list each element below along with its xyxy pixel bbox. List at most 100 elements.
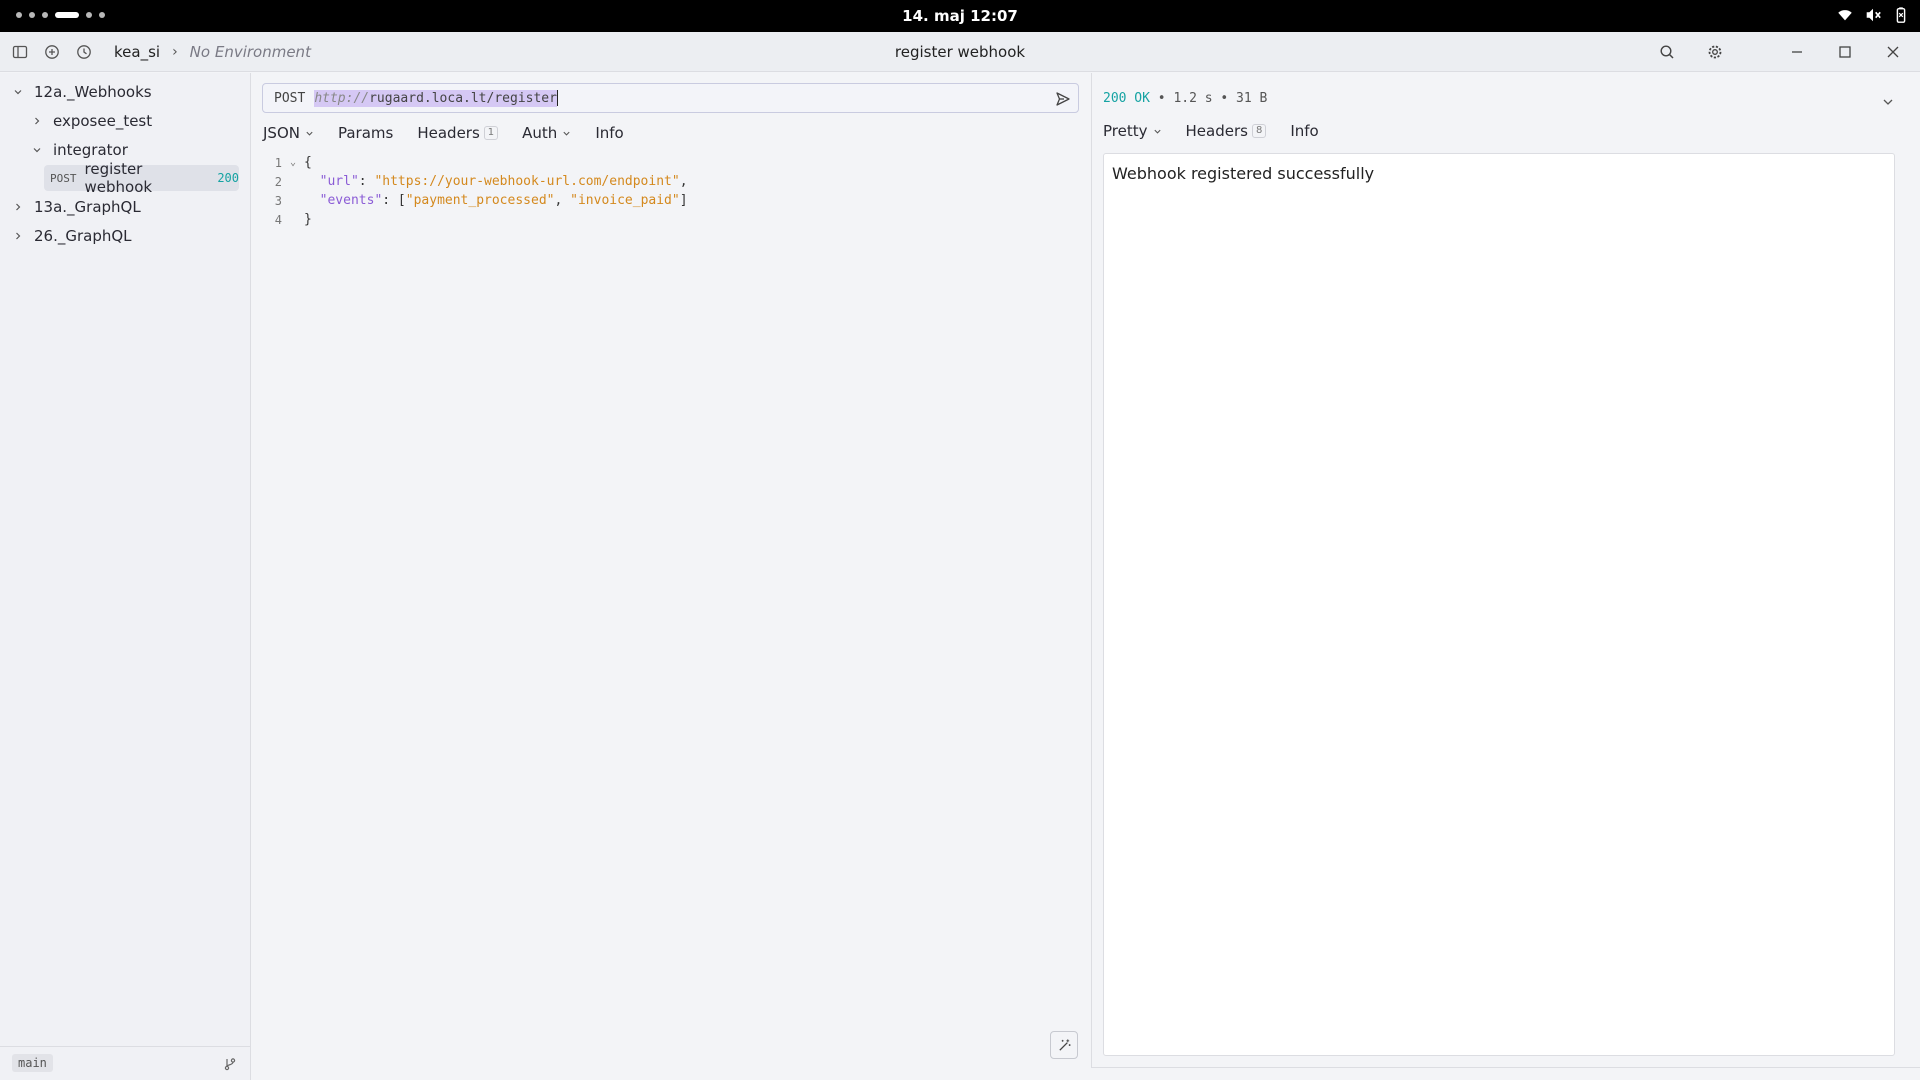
headers-count-badge: 8 xyxy=(1251,124,1267,138)
request-label: register webhook xyxy=(84,160,153,196)
sidebar-folder-26-graphql[interactable]: 26._GraphQL xyxy=(12,223,132,249)
tab-response-headers[interactable]: Headers 8 xyxy=(1186,122,1267,140)
git-branch-icon[interactable] xyxy=(222,1056,238,1072)
code-line: 3 "events": ["payment_processed", "invoi… xyxy=(262,191,1079,210)
request-body-editor[interactable]: 1 ⌄ { 2 "url": "https://your-webhook-url… xyxy=(262,153,1079,229)
line-number: 4 xyxy=(274,212,282,227)
chevron-right-icon: › xyxy=(172,44,178,60)
response-meta: • 1.2 s • 31 B xyxy=(1149,91,1268,106)
sidebar-folder-exposee-test[interactable]: exposee_test xyxy=(31,108,152,134)
code-line: 2 "url": "https://your-webhook-url.com/e… xyxy=(262,172,1079,191)
title-bar-left: kea_si › No Environment xyxy=(10,42,311,62)
maximize-icon[interactable] xyxy=(1830,42,1860,62)
minimize-icon[interactable] xyxy=(1782,42,1812,62)
method-selector[interactable]: POST xyxy=(274,91,305,106)
fold-chevron-icon[interactable]: ⌄ xyxy=(282,157,304,168)
line-number: 3 xyxy=(274,193,282,208)
clock[interactable]: 14. maj 12:07 xyxy=(0,7,1920,25)
response-status-line: 200 OK • 1.2 s • 31 B xyxy=(1103,91,1267,106)
chevron-right-icon[interactable] xyxy=(31,115,43,127)
tab-pretty[interactable]: Pretty xyxy=(1103,122,1162,140)
toggle-sidebar-icon[interactable] xyxy=(10,42,30,62)
wifi-icon[interactable] xyxy=(1836,6,1854,24)
battery-icon[interactable] xyxy=(1892,6,1910,24)
tab-label: Auth xyxy=(522,124,558,142)
history-icon[interactable] xyxy=(74,42,94,62)
json-punct: ] xyxy=(679,193,688,208)
tab-response-info[interactable]: Info xyxy=(1290,122,1318,140)
format-body-button[interactable] xyxy=(1050,1031,1078,1059)
gear-icon[interactable] xyxy=(1700,42,1730,62)
tab-label: Pretty xyxy=(1103,122,1148,140)
response-body-viewer[interactable]: Webhook registered successfully xyxy=(1103,153,1895,1056)
code-text: "events": ["payment_processed", "invoice… xyxy=(304,193,688,208)
add-request-icon[interactable] xyxy=(42,42,62,62)
folder-label: 13a._GraphQL xyxy=(34,198,141,216)
sidebar: 12a._Webhooks exposee_test integrator PO… xyxy=(0,73,251,1080)
code-text: } xyxy=(304,212,312,227)
status-badge: 200 xyxy=(217,171,239,185)
json-string: "invoice_paid" xyxy=(570,193,680,208)
json-string: "https://your-webhook-url.com/endpoint" xyxy=(374,174,680,189)
window-title-bar: kea_si › No Environment register webhook xyxy=(0,32,1920,72)
tab-label: Headers xyxy=(1185,122,1248,140)
json-string: "payment_processed" xyxy=(405,193,555,208)
folder-label: 26._GraphQL xyxy=(34,227,132,245)
response-tabs: Pretty Headers 8 Info xyxy=(1103,122,1319,140)
json-punct: , xyxy=(554,193,571,208)
chevron-right-icon[interactable] xyxy=(12,230,24,242)
chevron-down-icon[interactable] xyxy=(31,144,43,156)
tab-params[interactable]: Params xyxy=(338,124,393,142)
tab-auth[interactable]: Auth xyxy=(522,124,571,142)
response-body-text: Webhook registered successfully xyxy=(1112,164,1375,183)
tab-info[interactable]: Info xyxy=(595,124,623,142)
speaker-muted-icon[interactable] xyxy=(1864,6,1882,24)
close-icon[interactable] xyxy=(1878,42,1908,62)
tab-label: JSON xyxy=(263,124,300,142)
sidebar-folder-12a-webhooks[interactable]: 12a._Webhooks xyxy=(12,79,152,105)
git-branch-badge[interactable]: main xyxy=(12,1054,53,1072)
chevron-down-icon[interactable] xyxy=(1882,94,1894,106)
workspace-name[interactable]: kea_si xyxy=(114,43,160,61)
code-text: { xyxy=(304,155,312,170)
pane-divider[interactable] xyxy=(1091,73,1092,1068)
sidebar-request-register-webhook[interactable]: POST register webhook 200 xyxy=(44,160,239,196)
folder-label: integrator xyxy=(53,141,128,159)
chevron-down-icon xyxy=(1153,129,1161,134)
url-input[interactable]: http://rugaard.loca.lt/register xyxy=(314,89,557,107)
chevron-down-icon[interactable] xyxy=(12,86,24,98)
chevron-right-icon[interactable] xyxy=(12,201,24,213)
magic-wand-icon xyxy=(1058,1038,1071,1051)
sidebar-folder-13a-graphql[interactable]: 13a._GraphQL xyxy=(12,194,141,220)
chevron-down-icon xyxy=(306,131,313,136)
sidebar-footer: main xyxy=(0,1046,250,1080)
search-icon[interactable] xyxy=(1652,42,1682,62)
request-tabs: JSON Params Headers 1 Auth Info xyxy=(263,124,624,142)
json-key: "events" xyxy=(319,193,383,208)
json-punct: : [ xyxy=(382,193,406,208)
system-top-bar: 14. maj 12:07 xyxy=(0,0,1920,32)
send-icon xyxy=(1056,92,1070,106)
folder-label: 12a._Webhooks xyxy=(34,83,152,101)
url-bar[interactable]: POST http://rugaard.loca.lt/register xyxy=(262,83,1079,113)
line-number: 2 xyxy=(274,174,282,189)
chevron-down-icon xyxy=(563,131,570,136)
url-scheme: http:// xyxy=(314,90,370,106)
text-caret xyxy=(556,90,558,106)
folder-label: exposee_test xyxy=(53,112,153,130)
headers-count-badge: 1 xyxy=(483,126,499,140)
tab-body-type[interactable]: JSON xyxy=(263,124,314,142)
json-key: "url" xyxy=(319,174,359,189)
tab-label: Headers xyxy=(417,124,480,142)
environment-selector[interactable]: No Environment xyxy=(190,43,311,61)
json-punct: : xyxy=(358,174,375,189)
code-text: "url": "https://your-webhook-url.com/end… xyxy=(304,174,688,189)
line-number: 1 xyxy=(274,155,282,170)
send-request-button[interactable] xyxy=(1054,90,1072,108)
divider xyxy=(1092,1067,1920,1068)
status-code: 200 OK xyxy=(1103,91,1150,106)
system-tray[interactable] xyxy=(1836,6,1910,24)
url-path: rugaard.loca.lt/register xyxy=(369,90,557,106)
tab-headers[interactable]: Headers 1 xyxy=(417,124,499,142)
json-punct: , xyxy=(679,174,688,189)
